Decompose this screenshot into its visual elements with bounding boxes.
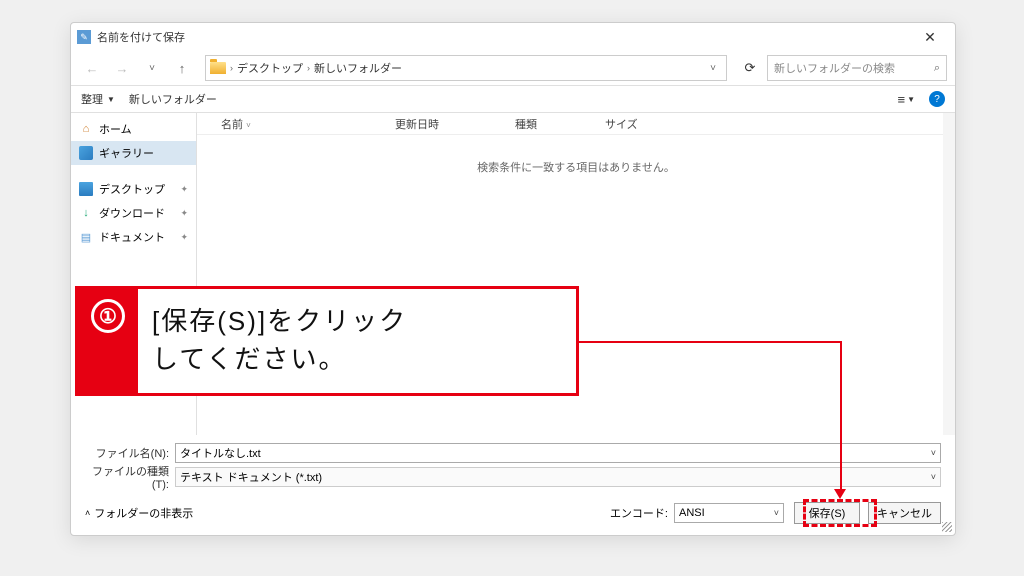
pin-icon: ✦ (180, 232, 188, 243)
titlebar: ✎ 名前を付けて保存 ✕ (71, 23, 955, 51)
sidebar-item-downloads[interactable]: ↓ ダウンロード ✦ (71, 201, 196, 225)
view-options-button[interactable]: ≡ ▼ (897, 92, 915, 107)
chevron-up-icon: ˄ (85, 508, 90, 518)
annotation-text: [保存(S)]をクリック してください。 (138, 289, 576, 393)
pin-icon: ✦ (180, 208, 188, 219)
file-fields: ファイル名(N): タイトルなし.txt ˅ ファイルの種類(T): テキスト … (71, 435, 955, 491)
up-button[interactable]: ↑ (169, 55, 195, 81)
chevron-down-icon[interactable]: ˅ (774, 508, 779, 518)
help-button[interactable]: ? (929, 91, 945, 107)
forward-button[interactable]: → (109, 55, 135, 81)
cancel-button[interactable]: キャンセル (868, 502, 941, 524)
home-icon: ⌂ (79, 122, 93, 136)
breadcrumb-desktop[interactable]: デスクトップ (237, 60, 303, 76)
search-placeholder: 新しいフォルダーの検索 (774, 60, 895, 76)
address-bar[interactable]: › デスクトップ › 新しいフォルダー ˅ (205, 55, 727, 81)
sidebar-item-home[interactable]: ⌂ ホーム (71, 117, 196, 141)
annotation-number: ① (91, 299, 125, 333)
empty-message: 検索条件に一致する項目はありません。 (197, 135, 955, 175)
save-button[interactable]: 保存(S) (794, 502, 860, 524)
search-icon: ⌕ (934, 62, 940, 75)
filename-label: ファイル名(N): (85, 445, 169, 461)
download-icon: ↓ (79, 206, 93, 220)
close-button[interactable]: ✕ (911, 23, 949, 51)
toolbar: 整理▼ 新しいフォルダー ≡ ▼ ? (71, 85, 955, 113)
annotation-connector (579, 341, 842, 343)
column-date[interactable]: 更新日時 (387, 116, 507, 132)
filename-input[interactable]: タイトルなし.txt ˅ (175, 443, 941, 463)
chevron-right-icon: › (307, 63, 310, 73)
notepad-icon: ✎ (77, 30, 91, 44)
navigation-bar: ← → ˅ ↑ › デスクトップ › 新しいフォルダー ˅ ⟳ 新しいフォルダー… (71, 51, 955, 85)
dialog-footer: ˄ フォルダーの非表示 エンコード: ANSI ˅ 保存(S) キャンセル (71, 491, 955, 535)
annotation-badge: ① (78, 289, 138, 393)
encoding-label: エンコード: (610, 505, 668, 521)
resize-grip[interactable] (942, 522, 952, 532)
breadcrumb-folder[interactable]: 新しいフォルダー (314, 60, 402, 76)
column-headers: 名前 ˅ 更新日時 種類 サイズ (197, 113, 955, 135)
chevron-down-icon[interactable]: ˅ (931, 448, 936, 458)
column-name[interactable]: 名前 ˅ (197, 116, 387, 132)
annotation-callout: ① [保存(S)]をクリック してください。 (75, 286, 579, 396)
window-title: 名前を付けて保存 (97, 29, 911, 45)
sidebar-item-gallery[interactable]: ギャラリー (71, 141, 196, 165)
filetype-select[interactable]: テキスト ドキュメント (*.txt) ˅ (175, 467, 941, 487)
column-type[interactable]: 種類 (507, 116, 597, 132)
annotation-arrow-icon (834, 489, 846, 499)
search-input[interactable]: 新しいフォルダーの検索 ⌕ (767, 55, 947, 81)
sidebar-item-desktop[interactable]: デスクトップ ✦ (71, 177, 196, 201)
hide-folders-toggle[interactable]: ˄ フォルダーの非表示 (85, 505, 193, 521)
organize-button[interactable]: 整理▼ (81, 91, 115, 107)
encoding-select[interactable]: ANSI ˅ (674, 503, 784, 523)
address-dropdown-icon[interactable]: ˅ (710, 63, 722, 74)
refresh-button[interactable]: ⟳ (737, 55, 763, 81)
column-size[interactable]: サイズ (597, 116, 677, 132)
save-as-dialog: ✎ 名前を付けて保存 ✕ ← → ˅ ↑ › デスクトップ › 新しいフォルダー… (70, 22, 956, 536)
filetype-label: ファイルの種類(T): (85, 463, 169, 491)
folder-icon (210, 62, 226, 74)
gallery-icon (79, 146, 93, 160)
chevron-down-icon[interactable]: ˅ (931, 472, 936, 482)
desktop-icon (79, 182, 93, 196)
new-folder-button[interactable]: 新しいフォルダー (129, 91, 217, 107)
annotation-connector (840, 341, 842, 490)
recent-chevron-icon[interactable]: ˅ (139, 55, 165, 81)
chevron-right-icon: › (230, 63, 233, 73)
back-button[interactable]: ← (79, 55, 105, 81)
document-icon: ▤ (79, 230, 93, 244)
pin-icon: ✦ (180, 184, 188, 195)
scrollbar[interactable] (943, 113, 955, 435)
sidebar-item-documents[interactable]: ▤ ドキュメント ✦ (71, 225, 196, 249)
